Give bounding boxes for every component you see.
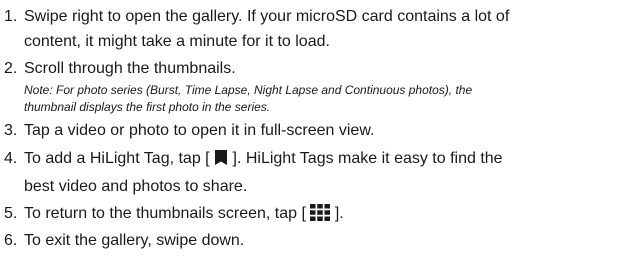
text-before-icon: To add a HiLight Tag, tap [ <box>24 150 215 167</box>
step-text-line: best video and photos to share. <box>24 178 248 195</box>
step-text: To return to the thumbnails screen, tap … <box>24 201 628 229</box>
step-text: Scroll through the thumbnails. <box>24 56 628 81</box>
text-before-icon: To return to the thumbnails screen, tap … <box>24 205 311 222</box>
step-text-line: content, it might take a minute for it t… <box>24 33 330 50</box>
step-text: Swipe right to open the gallery. If your… <box>24 4 628 54</box>
step-text-line: To return to the thumbnails screen, tap … <box>24 201 628 229</box>
note-line: thumbnail displays the first photo in th… <box>24 100 271 114</box>
instruction-list: 1. Swipe right to open the gallery. If y… <box>0 0 630 257</box>
text-after-icon: ]. <box>330 205 344 222</box>
step-text: Tap a video or photo to open it in full-… <box>24 118 628 143</box>
step-note: Note: For photo series (Burst, Time Laps… <box>24 82 628 116</box>
step-number: 6. <box>4 232 18 249</box>
step-text-line: To exit the gallery, swipe down. <box>24 232 245 249</box>
step-number: 4. <box>4 150 18 167</box>
text-after-icon: ]. HiLight Tags make it easy to find the <box>228 150 503 167</box>
step-number: 5. <box>4 205 18 222</box>
hilight-tag-icon <box>214 149 228 174</box>
step-number: 2. <box>4 60 18 77</box>
step-number: 3. <box>4 122 18 139</box>
note-line: Note: For photo series (Burst, Time Laps… <box>24 83 473 97</box>
step-text-line: To add a HiLight Tag, tap [ ]. HiLight T… <box>24 146 628 174</box>
step-text-line: Swipe right to open the gallery. If your… <box>24 8 510 25</box>
step-text: To add a HiLight Tag, tap [ ]. HiLight T… <box>24 146 628 199</box>
step-text-line: Scroll through the thumbnails. <box>24 60 236 77</box>
step-text: To exit the gallery, swipe down. <box>24 228 628 253</box>
step-text-line: Tap a video or photo to open it in full-… <box>24 122 375 139</box>
thumbnails-grid-icon <box>310 204 331 229</box>
step-number: 1. <box>4 8 18 25</box>
